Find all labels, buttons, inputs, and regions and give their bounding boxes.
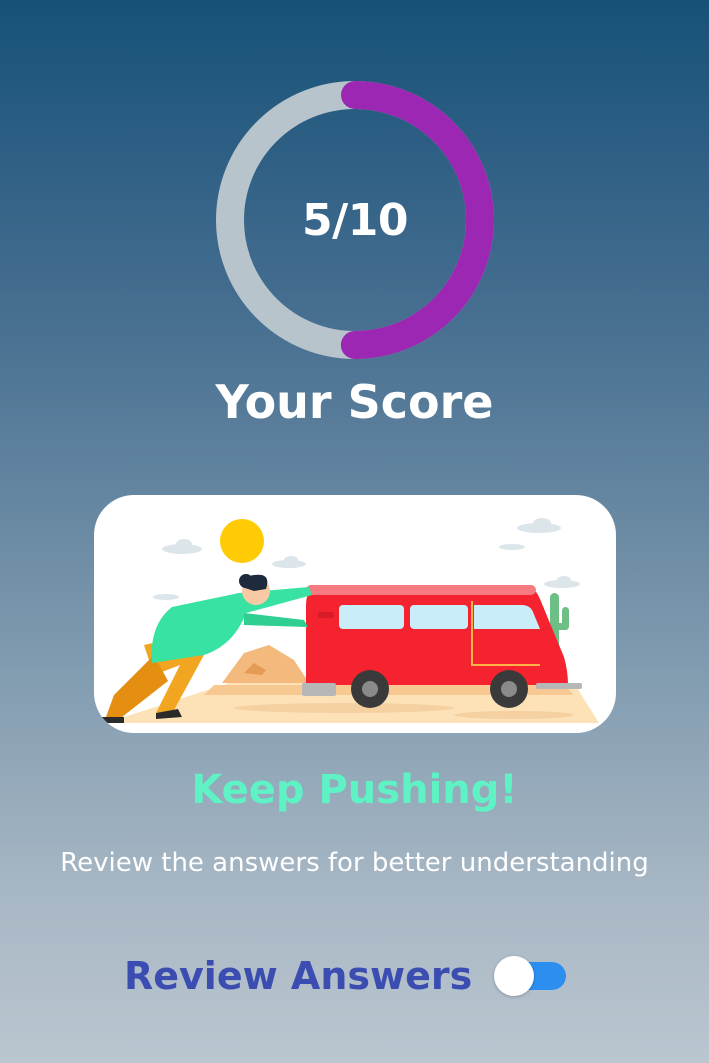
review-answers-label: Review Answers	[124, 954, 473, 998]
review-answers-toggle[interactable]	[494, 956, 568, 996]
rock-graphic	[222, 645, 309, 683]
score-ring: 5/10	[215, 80, 495, 360]
sun-icon	[220, 519, 264, 563]
feedback-message: Review the answers for better understand…	[60, 848, 649, 878]
person-pushing-van-illustration	[100, 518, 599, 723]
score-title: Your Score	[215, 375, 494, 429]
toggle-knob	[494, 956, 535, 996]
review-answers-row: Review Answers	[124, 948, 568, 1004]
feedback-headline: Keep Pushing!	[191, 767, 518, 813]
illustration-card	[94, 495, 616, 733]
score-value: 5/10	[302, 194, 408, 246]
